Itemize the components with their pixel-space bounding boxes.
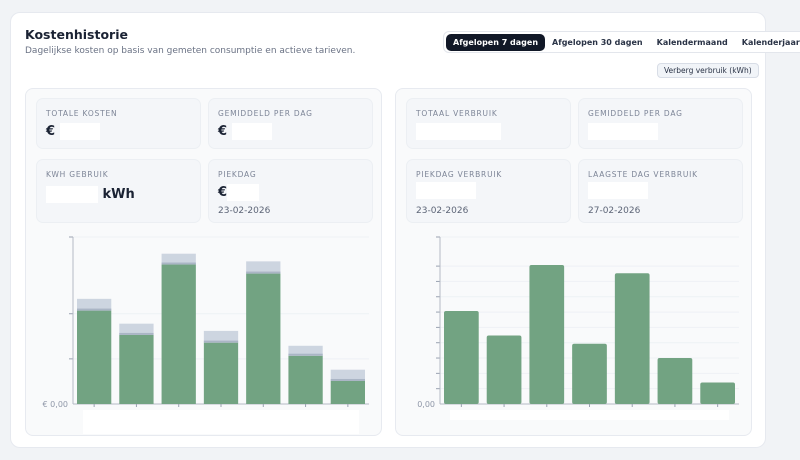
stat-label: LAAGSTE DAG VERBRUIK (588, 170, 698, 179)
stat-total-costs: TOTALE KOSTEN € (36, 98, 201, 149)
bar-separator (77, 308, 112, 311)
tab-calendar-month[interactable]: Kalendermaand (650, 34, 735, 51)
stat-total-usage: TOTAAL VERBRUIK (406, 98, 571, 149)
usage-panel: TOTAAL VERBRUIK GEMIDDELD PER DAG PIEKDA… (395, 88, 752, 436)
hide-usage-button[interactable]: Verberg verbruik (kWh) (657, 63, 759, 78)
stat-date: 27-02-2026 (588, 206, 641, 216)
stat-label: TOTALE KOSTEN (46, 109, 118, 118)
tab-calendar-year[interactable]: Kalenderjaar (735, 34, 800, 51)
page-title: Kostenhistorie (25, 27, 128, 42)
bar-separator (119, 332, 154, 335)
stat-date: 23-02-2026 (416, 206, 469, 216)
stat-value (416, 182, 476, 199)
bar-cost (161, 264, 196, 404)
redacted-x-labels (450, 410, 729, 420)
bar-usage (444, 311, 479, 404)
bar-separator (161, 262, 196, 265)
stat-date: 23-02-2026 (218, 206, 271, 216)
stat-lowest-usage: LAAGSTE DAG VERBRUIK 27-02-2026 (578, 159, 743, 223)
range-tabs: Afgelopen 7 dagen Afgelopen 30 dagen Kal… (443, 31, 800, 53)
bar-separator (288, 353, 323, 356)
bar-usage (657, 358, 693, 404)
page-subtitle: Dagelijkse kosten op basis van gemeten c… (25, 46, 356, 56)
stat-label: PIEKDAG VERBRUIK (416, 170, 503, 179)
bar-cost (246, 273, 281, 404)
stat-value: € (46, 123, 100, 140)
y-zero-label: 0,00 (417, 400, 435, 409)
bar-separator (203, 340, 239, 343)
tab-last-7-days[interactable]: Afgelopen 7 dagen (446, 33, 546, 51)
cost-panel: TOTALE KOSTEN € GEMIDDELD PER DAG € KWH … (25, 88, 382, 436)
bar-cost (203, 342, 239, 404)
stat-label: KWH GEBRUIK (46, 170, 109, 179)
stat-peak-day: PIEKDAG € 23-02-2026 (208, 159, 373, 223)
stat-value: kWh (46, 186, 135, 203)
y-zero-label: € 0,00 (43, 400, 68, 409)
bar-cost (330, 380, 365, 404)
bar-cost (288, 355, 323, 404)
stat-value (588, 123, 658, 140)
stat-peak-usage: PIEKDAG VERBRUIK 23-02-2026 (406, 159, 571, 223)
bar-usage (614, 273, 650, 404)
bar-cost (77, 310, 112, 404)
stat-label: PIEKDAG (218, 170, 257, 179)
stat-label: GEMIDDELD PER DAG (588, 109, 683, 118)
bar-usage (572, 343, 607, 404)
bar-cost (119, 334, 154, 404)
stat-kwh-usage: KWH GEBRUIK kWh (36, 159, 201, 223)
stat-usage-avg-per-day: GEMIDDELD PER DAG (578, 98, 743, 149)
stat-value (588, 182, 648, 199)
bar-usage (700, 382, 735, 404)
stat-value: € (218, 123, 272, 140)
stat-label: GEMIDDELD PER DAG (218, 109, 313, 118)
usage-chart: 0,00 (417, 236, 739, 420)
bar-usage (486, 335, 522, 404)
stat-value: € (218, 184, 260, 201)
stat-avg-per-day: GEMIDDELD PER DAG € (208, 98, 373, 149)
cost-chart: € 0,00 (43, 236, 369, 434)
stat-label: TOTAAL VERBRUIK (416, 109, 498, 118)
bar-usage (529, 265, 565, 404)
bar-separator (246, 271, 281, 274)
bar-separator (330, 378, 365, 381)
redacted-x-labels (83, 410, 359, 434)
tab-last-30-days[interactable]: Afgelopen 30 dagen (545, 34, 650, 51)
stat-value (416, 123, 501, 140)
cost-history-card: Kostenhistorie Dagelijkse kosten op basi… (10, 12, 800, 448)
